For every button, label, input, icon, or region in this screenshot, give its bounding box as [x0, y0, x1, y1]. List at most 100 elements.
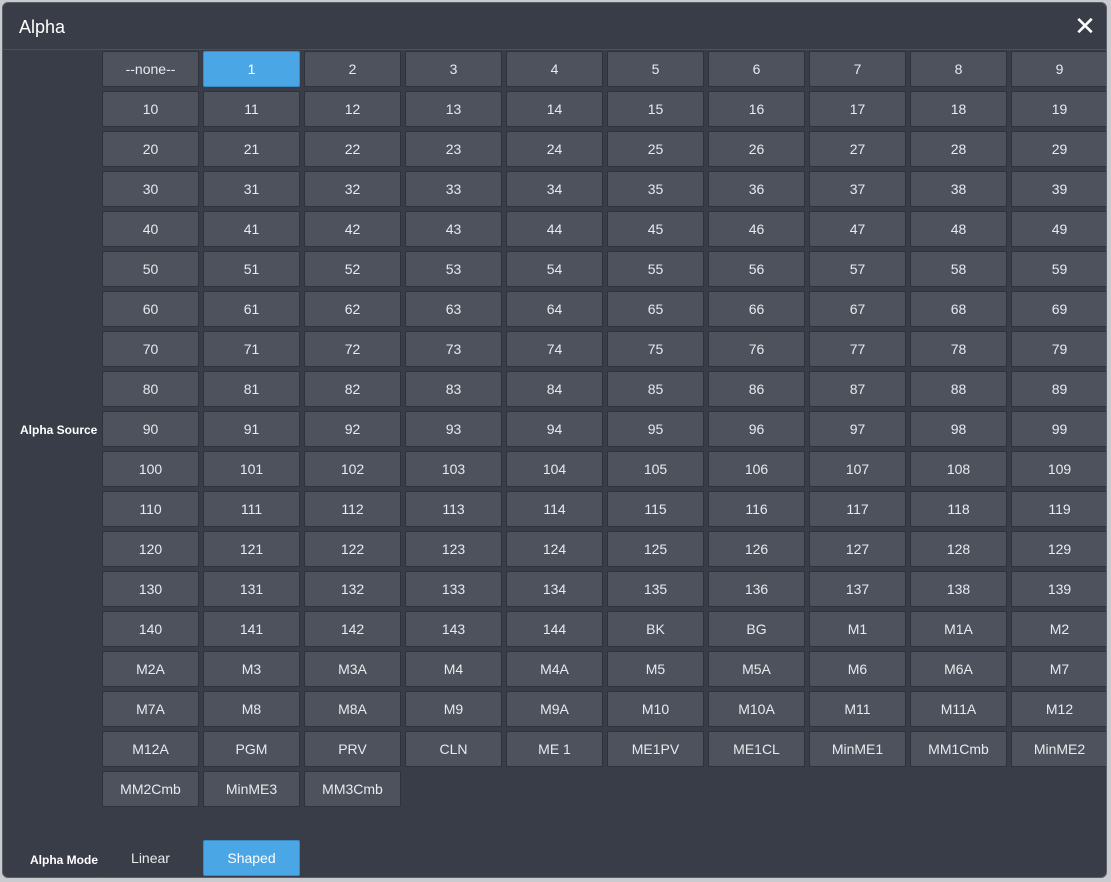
alpha-source-button-136[interactable]: 136: [708, 571, 805, 607]
alpha-source-button-23[interactable]: 23: [405, 131, 502, 167]
alpha-source-button-77[interactable]: 77: [809, 331, 906, 367]
alpha-source-button-m5a[interactable]: M5A: [708, 651, 805, 687]
alpha-source-button-105[interactable]: 105: [607, 451, 704, 487]
alpha-source-button-minme1[interactable]: MinME1: [809, 731, 906, 767]
alpha-source-button-22[interactable]: 22: [304, 131, 401, 167]
alpha-source-button-44[interactable]: 44: [506, 211, 603, 247]
alpha-source-button-85[interactable]: 85: [607, 371, 704, 407]
alpha-source-button-84[interactable]: 84: [506, 371, 603, 407]
alpha-source-button-25[interactable]: 25: [607, 131, 704, 167]
alpha-source-button-134[interactable]: 134: [506, 571, 603, 607]
alpha-source-button-37[interactable]: 37: [809, 171, 906, 207]
alpha-source-button-minme3[interactable]: MinME3: [203, 771, 300, 807]
alpha-source-button-79[interactable]: 79: [1011, 331, 1106, 367]
alpha-source-button-21[interactable]: 21: [203, 131, 300, 167]
alpha-source-button-92[interactable]: 92: [304, 411, 401, 447]
alpha-source-button-mm3cmb[interactable]: MM3Cmb: [304, 771, 401, 807]
alpha-source-button-me1pv[interactable]: ME1PV: [607, 731, 704, 767]
alpha-source-button-m2a[interactable]: M2A: [102, 651, 199, 687]
alpha-source-button-19[interactable]: 19: [1011, 91, 1106, 127]
alpha-source-button-129[interactable]: 129: [1011, 531, 1106, 567]
alpha-source-button-117[interactable]: 117: [809, 491, 906, 527]
alpha-source-button-m1a[interactable]: M1A: [910, 611, 1007, 647]
alpha-source-button-cln[interactable]: CLN: [405, 731, 502, 767]
alpha-source-button-68[interactable]: 68: [910, 291, 1007, 327]
alpha-source-button-m11a[interactable]: M11A: [910, 691, 1007, 727]
alpha-source-button-120[interactable]: 120: [102, 531, 199, 567]
alpha-source-button-133[interactable]: 133: [405, 571, 502, 607]
alpha-source-button-bg[interactable]: BG: [708, 611, 805, 647]
alpha-source-button-93[interactable]: 93: [405, 411, 502, 447]
alpha-source-button-140[interactable]: 140: [102, 611, 199, 647]
alpha-source-button-pgm[interactable]: PGM: [203, 731, 300, 767]
alpha-source-button-109[interactable]: 109: [1011, 451, 1106, 487]
alpha-source-button-121[interactable]: 121: [203, 531, 300, 567]
alpha-source-button-58[interactable]: 58: [910, 251, 1007, 287]
alpha-source-button-13[interactable]: 13: [405, 91, 502, 127]
alpha-source-button-57[interactable]: 57: [809, 251, 906, 287]
alpha-source-button-118[interactable]: 118: [910, 491, 1007, 527]
alpha-source-button-143[interactable]: 143: [405, 611, 502, 647]
alpha-source-button-104[interactable]: 104: [506, 451, 603, 487]
alpha-source-button-94[interactable]: 94: [506, 411, 603, 447]
alpha-source-button-137[interactable]: 137: [809, 571, 906, 607]
alpha-source-button-m3a[interactable]: M3A: [304, 651, 401, 687]
alpha-source-button-minme2[interactable]: MinME2: [1011, 731, 1106, 767]
alpha-source-button-1[interactable]: 1: [203, 51, 300, 87]
alpha-source-button-12[interactable]: 12: [304, 91, 401, 127]
alpha-source-button-107[interactable]: 107: [809, 451, 906, 487]
alpha-source-button-17[interactable]: 17: [809, 91, 906, 127]
alpha-source-button-46[interactable]: 46: [708, 211, 805, 247]
alpha-source-button-54[interactable]: 54: [506, 251, 603, 287]
alpha-source-button-102[interactable]: 102: [304, 451, 401, 487]
alpha-source-button-80[interactable]: 80: [102, 371, 199, 407]
alpha-source-button-75[interactable]: 75: [607, 331, 704, 367]
alpha-source-button-90[interactable]: 90: [102, 411, 199, 447]
alpha-source-button-139[interactable]: 139: [1011, 571, 1106, 607]
alpha-source-button-m9[interactable]: M9: [405, 691, 502, 727]
alpha-source-button-103[interactable]: 103: [405, 451, 502, 487]
alpha-source-button-78[interactable]: 78: [910, 331, 1007, 367]
alpha-source-button-112[interactable]: 112: [304, 491, 401, 527]
alpha-source-button-m1[interactable]: M1: [809, 611, 906, 647]
alpha-source-button-50[interactable]: 50: [102, 251, 199, 287]
alpha-source-button-40[interactable]: 40: [102, 211, 199, 247]
alpha-source-button-142[interactable]: 142: [304, 611, 401, 647]
alpha-source-button-72[interactable]: 72: [304, 331, 401, 367]
alpha-source-button-14[interactable]: 14: [506, 91, 603, 127]
alpha-source-button-89[interactable]: 89: [1011, 371, 1106, 407]
alpha-source-button-28[interactable]: 28: [910, 131, 1007, 167]
alpha-source-button-63[interactable]: 63: [405, 291, 502, 327]
alpha-source-button-33[interactable]: 33: [405, 171, 502, 207]
alpha-source-button-30[interactable]: 30: [102, 171, 199, 207]
alpha-source-button-56[interactable]: 56: [708, 251, 805, 287]
alpha-source-button-m7a[interactable]: M7A: [102, 691, 199, 727]
alpha-source-button-20[interactable]: 20: [102, 131, 199, 167]
alpha-source-button-86[interactable]: 86: [708, 371, 805, 407]
alpha-source-button-m3[interactable]: M3: [203, 651, 300, 687]
alpha-source-button-m8[interactable]: M8: [203, 691, 300, 727]
alpha-source-button-42[interactable]: 42: [304, 211, 401, 247]
alpha-source-button-119[interactable]: 119: [1011, 491, 1106, 527]
alpha-source-button-62[interactable]: 62: [304, 291, 401, 327]
alpha-source-button-101[interactable]: 101: [203, 451, 300, 487]
alpha-source-button-29[interactable]: 29: [1011, 131, 1106, 167]
alpha-source-button-81[interactable]: 81: [203, 371, 300, 407]
alpha-source-button-65[interactable]: 65: [607, 291, 704, 327]
alpha-source-button-34[interactable]: 34: [506, 171, 603, 207]
alpha-source-button-m2[interactable]: M2: [1011, 611, 1106, 647]
alpha-source-button-prv[interactable]: PRV: [304, 731, 401, 767]
alpha-source-button-125[interactable]: 125: [607, 531, 704, 567]
alpha-mode-button-linear[interactable]: Linear: [102, 840, 199, 876]
alpha-source-button-4[interactable]: 4: [506, 51, 603, 87]
alpha-source-button-67[interactable]: 67: [809, 291, 906, 327]
alpha-source-button-8[interactable]: 8: [910, 51, 1007, 87]
alpha-source-button-60[interactable]: 60: [102, 291, 199, 327]
alpha-source-button-48[interactable]: 48: [910, 211, 1007, 247]
alpha-source-button-36[interactable]: 36: [708, 171, 805, 207]
alpha-source-button-116[interactable]: 116: [708, 491, 805, 527]
alpha-source-button-11[interactable]: 11: [203, 91, 300, 127]
alpha-source-button-131[interactable]: 131: [203, 571, 300, 607]
alpha-source-button-122[interactable]: 122: [304, 531, 401, 567]
alpha-source-button-m12[interactable]: M12: [1011, 691, 1106, 727]
